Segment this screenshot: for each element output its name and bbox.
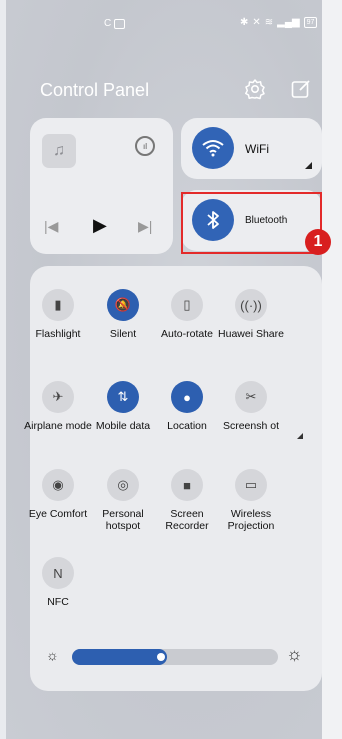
tile-rotate[interactable]: ▯ Auto-rotate <box>150 289 224 340</box>
tile-label: Screensh ot <box>222 420 280 432</box>
share-waves-icon: ((·)) <box>235 289 267 321</box>
rotate-icon: ▯ <box>171 289 203 321</box>
status-bar: C ✱ ✕ ≋ ▂▄▆ 97 <box>0 17 342 32</box>
screenshot-expand-icon[interactable] <box>297 433 303 439</box>
tile-eye[interactable]: ◉ Eye Comfort <box>21 469 95 520</box>
brightness-slider[interactable] <box>72 649 278 665</box>
bell-off-icon: 🔕 <box>107 289 139 321</box>
page-title: Control Panel <box>40 80 150 100</box>
tile-label: Personal hotspot <box>102 508 144 532</box>
tile-share-waves[interactable]: ((·)) Huawei Share <box>214 289 288 340</box>
audio-output-icon[interactable]: ıl <box>135 136 155 156</box>
tile-flashlight[interactable]: ▮ Flashlight <box>21 289 95 340</box>
status-right: ✱ ✕ ≋ ▂▄▆ 97 <box>240 17 318 28</box>
battery-level: 97 <box>306 19 315 26</box>
tile-bell-off[interactable]: 🔕 Silent <box>86 289 160 340</box>
wifi-label: WiFi <box>245 142 269 156</box>
battery-icon: 97 <box>303 17 318 28</box>
wifi-tile[interactable]: WiFi <box>181 118 322 179</box>
flashlight-icon: ▮ <box>42 289 74 321</box>
location-pin-icon: ● <box>171 381 203 413</box>
tile-label: Auto-rotate <box>161 328 213 340</box>
tile-label: Flashlight <box>35 328 81 340</box>
tile-label: Screen Recorder <box>165 508 209 532</box>
tile-label: Eye Comfort <box>28 508 88 520</box>
bluetooth-status-icon: ✱ <box>240 17 249 28</box>
gear-icon[interactable] <box>244 78 266 100</box>
tile-label: Mobile data <box>95 420 151 432</box>
eye-icon: ◉ <box>42 469 74 501</box>
highlight-box <box>181 192 322 254</box>
tile-record[interactable]: ■ Screen Recorder <box>150 469 224 532</box>
tile-nfc[interactable]: N NFC <box>21 557 95 608</box>
nfc-icon: N <box>42 557 74 589</box>
previous-icon[interactable]: |◀ <box>44 218 58 235</box>
mute-status-icon: ✕ <box>252 17 261 28</box>
tile-label: Wireless Projection <box>227 508 275 532</box>
brightness-knob[interactable] <box>157 653 165 661</box>
record-icon: ■ <box>171 469 203 501</box>
data-arrows-icon: ⇅ <box>107 381 139 413</box>
play-icon[interactable]: ▶ <box>93 215 107 236</box>
tile-label: Location <box>167 420 207 432</box>
tile-cast[interactable]: ▭ Wireless Projection <box>214 469 288 532</box>
notification-icon <box>114 18 126 29</box>
screenshot-icon: ✂ <box>235 381 267 413</box>
frame-right <box>322 0 342 739</box>
tile-hotspot[interactable]: ◎ Personal hotspot <box>86 469 160 532</box>
music-note-icon: ♫ <box>42 134 76 168</box>
tile-label: Airplane mode <box>24 420 92 432</box>
hotspot-icon: ◎ <box>107 469 139 501</box>
music-card[interactable]: ♫ ıl |◀ ▶ ▶| <box>30 118 173 254</box>
c-icon: C <box>104 18 112 29</box>
brightness-high-icon: ☼ <box>286 644 303 664</box>
brightness-low-icon: ☼ <box>46 647 59 663</box>
signal-icon: ▂▄▆ <box>277 17 300 28</box>
step-badge: 1 <box>305 229 331 255</box>
tile-location-pin[interactable]: ● Location <box>150 381 224 432</box>
wifi-icon <box>192 127 234 169</box>
tile-screenshot[interactable]: ✂ Screensh ot <box>214 381 288 432</box>
airplane-icon: ✈ <box>42 381 74 413</box>
tile-data-arrows[interactable]: ⇅ Mobile data <box>86 381 160 432</box>
edit-icon[interactable] <box>290 78 312 100</box>
brightness-fill <box>72 649 167 665</box>
tile-label: Silent <box>109 328 137 340</box>
status-left: C <box>104 18 126 29</box>
tile-label: NFC <box>47 596 69 608</box>
next-icon[interactable]: ▶| <box>138 218 152 235</box>
expand-corner-icon[interactable] <box>305 162 312 169</box>
wifi-status-icon: ≋ <box>264 17 274 28</box>
tile-airplane[interactable]: ✈ Airplane mode <box>21 381 95 432</box>
cast-icon: ▭ <box>235 469 267 501</box>
tile-label: Huawei Share <box>218 328 284 340</box>
